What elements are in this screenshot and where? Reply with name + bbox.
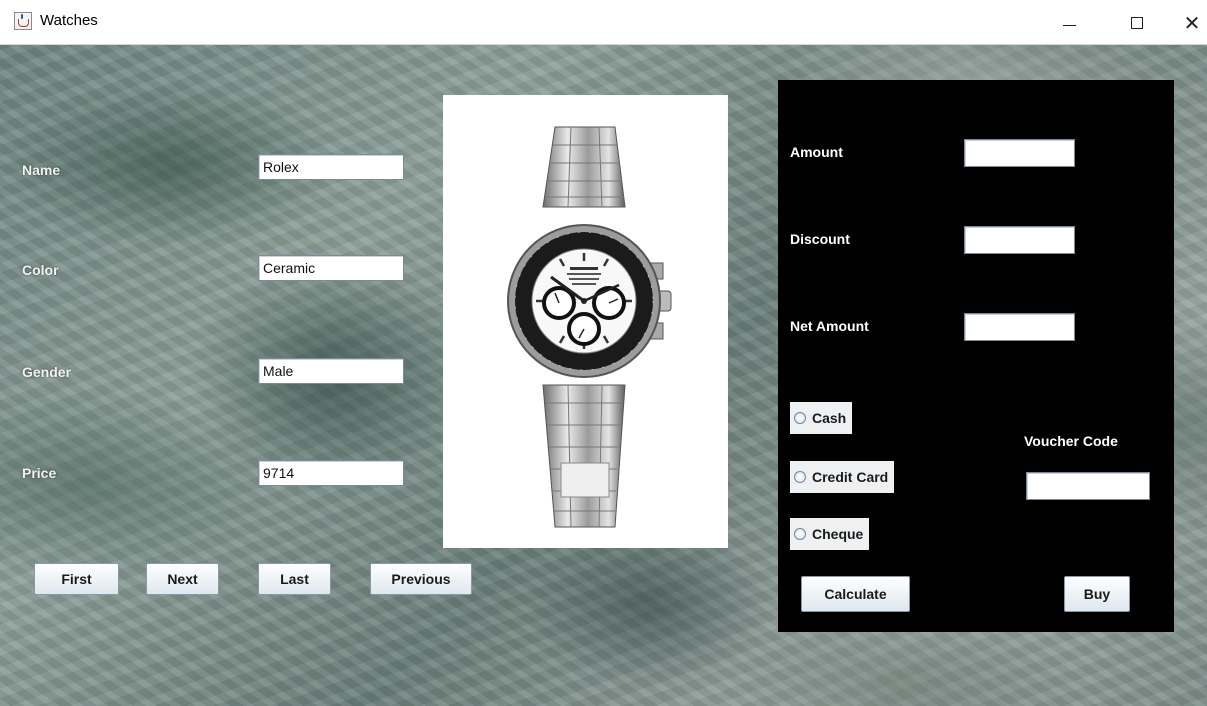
previous-button[interactable]: Previous: [370, 563, 472, 595]
amount-field[interactable]: [964, 139, 1075, 167]
name-field[interactable]: [258, 154, 404, 180]
calculate-button[interactable]: Calculate: [801, 576, 910, 612]
payment-panel: Amount Discount Net Amount Cash Credit C…: [778, 80, 1174, 632]
close-icon: ✕: [1183, 11, 1201, 35]
radio-circle-icon: [794, 471, 806, 483]
cash-radio-label: Cash: [812, 410, 847, 426]
voucher-code-label: Voucher Code: [1024, 433, 1118, 449]
name-label: Name: [22, 162, 61, 178]
radio-circle-icon: [794, 528, 806, 540]
voucher-code-field[interactable]: [1026, 472, 1150, 500]
net-amount-label: Net Amount: [790, 318, 869, 334]
maximize-icon: [1131, 17, 1143, 29]
discount-field[interactable]: [964, 226, 1075, 254]
first-button[interactable]: First: [34, 563, 119, 595]
radio-circle-icon: [794, 412, 806, 424]
gender-label: Gender: [22, 364, 72, 380]
cheque-radio[interactable]: Cheque: [790, 518, 870, 550]
maximize-button[interactable]: [1115, 8, 1159, 38]
amount-label: Amount: [790, 144, 843, 160]
minimize-icon: [1062, 24, 1076, 26]
discount-label: Discount: [790, 231, 850, 247]
window-title: Watches: [40, 12, 98, 29]
close-button[interactable]: ✕: [1170, 8, 1207, 38]
net-amount-field[interactable]: [964, 313, 1075, 341]
color-label: Color: [22, 262, 59, 278]
gender-field[interactable]: [258, 358, 404, 384]
buy-button[interactable]: Buy: [1064, 576, 1130, 612]
java-cup-icon: [14, 12, 32, 30]
minimize-button[interactable]: [1047, 8, 1091, 38]
price-label: Price: [22, 465, 57, 481]
cheque-radio-label: Cheque: [812, 526, 864, 542]
credit-card-radio-label: Credit Card: [812, 469, 889, 485]
watch-icon: [507, 126, 672, 528]
title-bar: Watches ✕: [0, 0, 1207, 45]
next-button[interactable]: Next: [146, 563, 219, 595]
watch-image-panel: [443, 95, 728, 548]
credit-card-radio[interactable]: Credit Card: [790, 461, 895, 493]
last-button[interactable]: Last: [258, 563, 331, 595]
color-field[interactable]: [258, 255, 404, 281]
price-field[interactable]: [258, 460, 404, 486]
cash-radio[interactable]: Cash: [790, 402, 853, 434]
